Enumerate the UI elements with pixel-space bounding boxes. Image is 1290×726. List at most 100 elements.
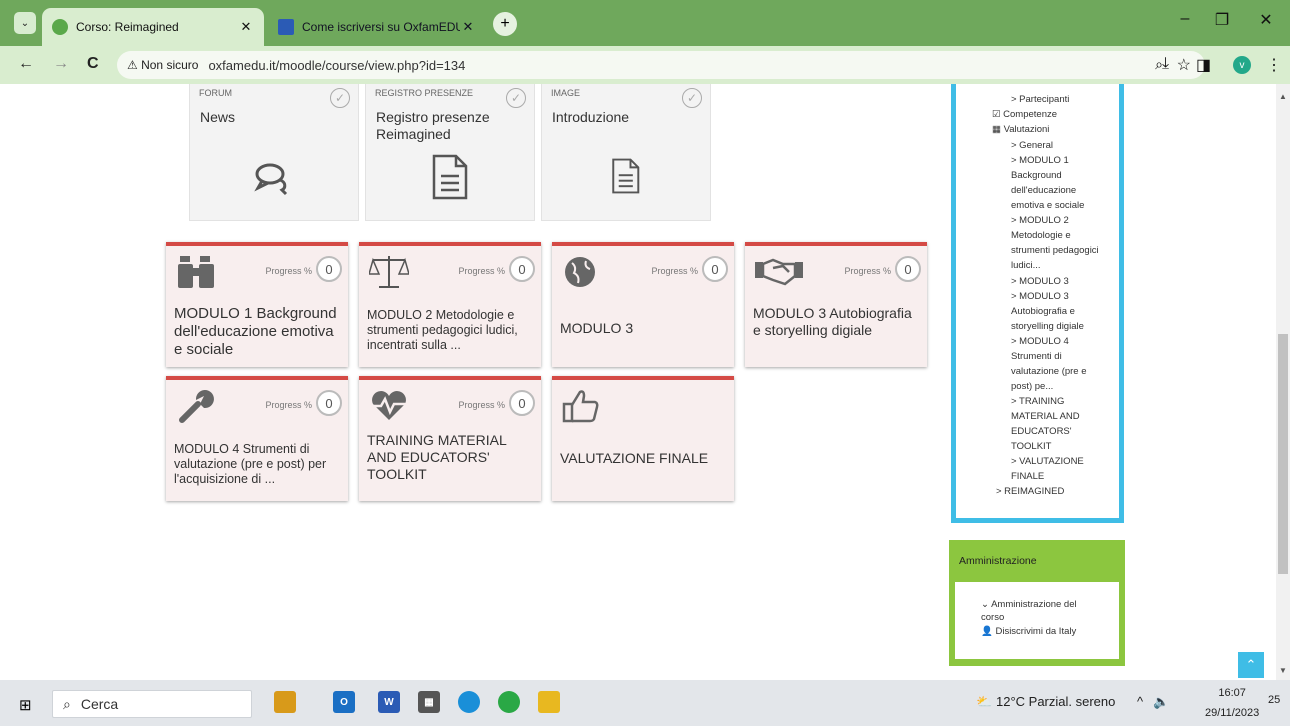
weather-text[interactable]: 12°C Parzial. sereno bbox=[996, 694, 1115, 709]
minimize-icon[interactable]: – bbox=[1170, 10, 1200, 28]
nav-item-text[interactable]: emotiva e sociale bbox=[1011, 198, 1084, 213]
nav-item[interactable]: ... bbox=[1014, 84, 1022, 88]
nav-item-competenze[interactable]: ☑ Competenze bbox=[992, 107, 1057, 122]
outlook-app-icon[interactable]: O bbox=[333, 691, 355, 713]
taskbar-clock[interactable]: 16:07 29/11/2023 bbox=[1205, 683, 1259, 723]
module-card-6[interactable]: Progress % 0 TRAINING MATERIAL AND EDUCA… bbox=[359, 376, 541, 501]
nav-item-reimagined[interactable]: > REIMAGINED bbox=[996, 484, 1064, 499]
bookmark-star-icon[interactable]: ☆ bbox=[1177, 55, 1191, 75]
activity-name[interactable]: News bbox=[200, 109, 350, 126]
module-card-1[interactable]: Progress % 0 MODULO 1 Background dell'ed… bbox=[166, 242, 348, 367]
nav-item-modulo-3b[interactable]: > MODULO 3 bbox=[1011, 289, 1069, 304]
module-card-2[interactable]: Progress % 0 MODULO 2 Metodologie e stru… bbox=[359, 242, 541, 367]
forward-icon[interactable]: → bbox=[53, 55, 69, 73]
volume-icon[interactable]: 🔈 bbox=[1153, 694, 1169, 710]
close-window-icon[interactable]: ✕ bbox=[1251, 10, 1281, 30]
nav-item-text[interactable]: dell'educazione bbox=[1011, 183, 1076, 198]
module-title[interactable]: MODULO 2 Metodologie e strumenti pedagog… bbox=[367, 308, 535, 353]
nav-item-text[interactable]: valutazione (pre e bbox=[1011, 364, 1087, 379]
download-icon[interactable]: ⤓ bbox=[1162, 55, 1169, 73]
activity-name[interactable]: Introduzione bbox=[552, 109, 702, 126]
new-tab-button[interactable]: + bbox=[493, 12, 517, 36]
close-tab-icon[interactable]: ✕ bbox=[238, 19, 254, 35]
tab-come-iscriversi[interactable]: Come iscriversi su OxfamEDU.i ✕ bbox=[268, 8, 486, 46]
briefcase-app-icon[interactable] bbox=[274, 691, 296, 713]
nav-item-text[interactable]: Strumenti di bbox=[1011, 349, 1062, 364]
profile-avatar[interactable]: v bbox=[1233, 56, 1251, 74]
module-title[interactable]: MODULO 3 Autobiografia e storyelling dig… bbox=[753, 305, 921, 339]
close-tab-icon[interactable]: ✕ bbox=[460, 19, 476, 35]
nav-item-text[interactable]: FINALE bbox=[1011, 469, 1044, 484]
tab-corso-reimagined[interactable]: Corso: Reimagined ✕ bbox=[42, 8, 264, 46]
nav-item-text[interactable]: MATERIAL AND bbox=[1011, 409, 1080, 424]
restore-icon[interactable]: ❐ bbox=[1207, 10, 1237, 30]
module-title[interactable]: MODULO 3 bbox=[560, 320, 728, 337]
notifications-icon[interactable]: 25 bbox=[1268, 694, 1280, 706]
nav-item-valutazioni[interactable]: ▦ Valutazioni bbox=[992, 122, 1049, 137]
chat-bubbles-icon bbox=[254, 163, 288, 196]
menu-icon[interactable]: ⋮ bbox=[1266, 55, 1282, 75]
back-icon[interactable]: ← bbox=[18, 55, 34, 73]
page-content: FORUM ✓ News REGISTRO PRESENZE ✓ Registr… bbox=[0, 84, 1290, 680]
taskbar-search[interactable]: ⌕ Cerca bbox=[52, 690, 252, 718]
activity-image[interactable]: IMAGE ✓ Introduzione bbox=[541, 84, 711, 221]
module-title[interactable]: MODULO 1 Background dell'educazione emot… bbox=[174, 305, 342, 359]
module-card-5[interactable]: Progress % 0 MODULO 4 Strumenti di valut… bbox=[166, 376, 348, 501]
scrollbar-thumb[interactable] bbox=[1278, 334, 1288, 574]
nav-item-text[interactable]: EDUCATORS' bbox=[1011, 424, 1072, 439]
sidebar-icon[interactable]: ◨ bbox=[1196, 55, 1211, 75]
nav-item-modulo-1[interactable]: > MODULO 1 bbox=[1011, 153, 1069, 168]
nav-item-general[interactable]: > General bbox=[1011, 138, 1053, 153]
clock-date: 29/11/2023 bbox=[1205, 707, 1260, 719]
edge-app-icon[interactable] bbox=[458, 691, 480, 713]
progress-indicator: 0 bbox=[702, 256, 728, 282]
admin-item-unenrol[interactable]: 👤 Disiscrivimi da Italy bbox=[981, 625, 1076, 638]
nav-item-modulo-3[interactable]: > MODULO 3 bbox=[1011, 274, 1069, 289]
admin-block-body: ⌄ Amministrazione del corso 👤 Disiscrivi… bbox=[955, 582, 1119, 659]
windows-start-icon[interactable]: ⊞ bbox=[19, 696, 32, 714]
completion-check-icon[interactable]: ✓ bbox=[330, 88, 350, 108]
completion-check-icon[interactable]: ✓ bbox=[506, 88, 526, 108]
activity-name[interactable]: Registro presenze Reimagined bbox=[376, 109, 526, 143]
weather-icon[interactable]: ⛅ bbox=[976, 694, 992, 710]
scroll-down-icon[interactable]: ▼ bbox=[1279, 666, 1287, 675]
module-card-4[interactable]: Progress % 0 MODULO 3 Autobiografia e st… bbox=[745, 242, 927, 367]
module-title[interactable]: VALUTAZIONE FINALE bbox=[560, 450, 728, 467]
notification-count: 25 bbox=[1268, 694, 1281, 706]
nav-item-modulo-4[interactable]: > MODULO 4 bbox=[1011, 334, 1069, 349]
page-scrollbar[interactable]: ▲ ▼ bbox=[1276, 84, 1290, 680]
activity-registro-presenze[interactable]: REGISTRO PRESENZE ✓ Registro presenze Re… bbox=[365, 84, 535, 221]
url-text[interactable]: oxfamedu.it/moodle/course/view.php?id=13… bbox=[208, 58, 465, 73]
admin-item-course[interactable]: ⌄ Amministrazione del bbox=[981, 598, 1077, 611]
admin-item-label[interactable]: corso bbox=[981, 611, 1004, 624]
word-app-icon[interactable]: W bbox=[378, 691, 400, 713]
nav-item-text[interactable]: ludici... bbox=[1011, 258, 1041, 273]
reload-icon[interactable]: C bbox=[87, 55, 99, 73]
module-card-3[interactable]: Progress % 0 MODULO 3 bbox=[552, 242, 734, 367]
module-title[interactable]: TRAINING MATERIAL AND EDUCATORS' TOOLKIT bbox=[367, 432, 535, 483]
nav-item-text[interactable]: TOOLKIT bbox=[1011, 439, 1051, 454]
nav-item-text[interactable]: strumenti pedagogici bbox=[1011, 243, 1099, 258]
module-card-7[interactable]: VALUTAZIONE FINALE bbox=[552, 376, 734, 501]
calculator-app-icon[interactable]: ▦ bbox=[418, 691, 440, 713]
activity-forum[interactable]: FORUM ✓ News bbox=[189, 84, 359, 221]
file-explorer-icon[interactable] bbox=[538, 691, 560, 713]
nav-item-text[interactable]: Metodologie e bbox=[1011, 228, 1071, 243]
module-title[interactable]: MODULO 4 Strumenti di valutazione (pre e… bbox=[174, 442, 342, 487]
chrome-app-icon[interactable] bbox=[498, 691, 520, 713]
scroll-up-icon[interactable]: ▲ bbox=[1279, 92, 1287, 101]
nav-item-valutazione[interactable]: > VALUTAZIONE bbox=[1011, 454, 1084, 469]
nav-item-partecipanti[interactable]: > Partecipanti bbox=[1011, 92, 1069, 107]
nav-item-modulo-2[interactable]: > MODULO 2 bbox=[1011, 213, 1069, 228]
insecure-badge[interactable]: ⚠ Non sicuro bbox=[127, 58, 198, 72]
completion-check-icon[interactable]: ✓ bbox=[682, 88, 702, 108]
tray-chevron-icon[interactable]: ^ bbox=[1137, 694, 1143, 709]
nav-item-text[interactable]: post) pe... bbox=[1011, 379, 1053, 394]
tab-search-button[interactable]: ⌄ bbox=[14, 12, 36, 34]
nav-item-training[interactable]: > TRAINING bbox=[1011, 394, 1064, 409]
nav-item-text[interactable]: storyelling digiale bbox=[1011, 319, 1084, 334]
back-to-top-button[interactable]: ⌃ bbox=[1238, 652, 1264, 678]
nav-item-text[interactable]: Background bbox=[1011, 168, 1062, 183]
address-bar[interactable]: ⚠ Non sicuro oxfamedu.it/moodle/course/v… bbox=[117, 51, 1205, 79]
nav-item-text[interactable]: Autobiografia e bbox=[1011, 304, 1075, 319]
